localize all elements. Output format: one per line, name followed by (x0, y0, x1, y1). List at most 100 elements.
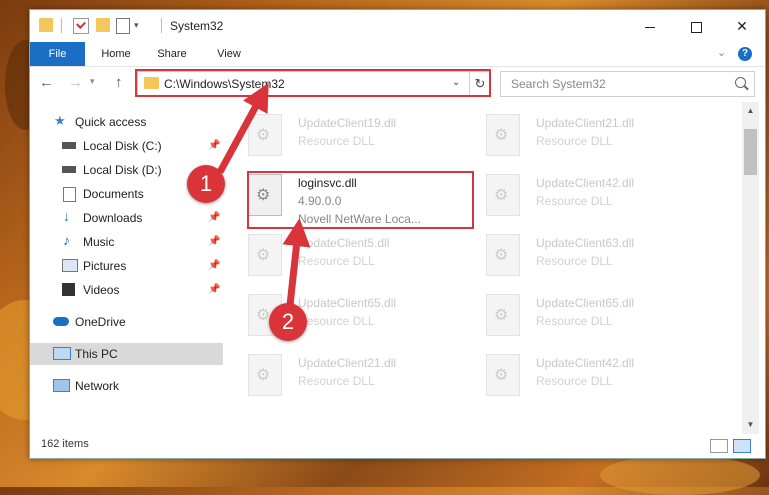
address-highlight-box (135, 69, 491, 97)
file-description: Resource DLL (536, 314, 613, 328)
pin-icon[interactable]: 📌 (208, 140, 220, 151)
file-description: Resource DLL (298, 314, 375, 328)
scroll-thumb[interactable] (744, 129, 757, 175)
download-icon: ↓ (63, 208, 70, 224)
file-description: Resource DLL (536, 374, 613, 388)
new-folder-icon[interactable] (96, 18, 110, 32)
file-item[interactable]: UpdateClient5.dll Resource DLL (240, 228, 470, 288)
ribbon: File Home Share View ⌄ ? (30, 42, 765, 67)
sidebar-item-label: Downloads (83, 211, 143, 225)
file-item[interactable]: UpdateClient21.dll Resource DLL (478, 108, 708, 168)
sidebar-item-onedrive[interactable]: OneDrive (30, 311, 223, 333)
sidebar-item-label: Pictures (83, 259, 127, 273)
navigation-pane: ★ Quick access Local Disk (C:) 📌 Local D… (30, 102, 225, 424)
sidebar-item-network[interactable]: Network (30, 375, 223, 397)
address-row: ← → ▾ ↑ C:\Windows\System32 ⌄ ↻ Search S… (30, 67, 765, 100)
sidebar-item-quick-access[interactable]: ★ Quick access (30, 111, 223, 133)
file-item[interactable]: UpdateClient63.dll Resource DLL (478, 228, 708, 288)
file-name: UpdateClient42.dll (536, 356, 635, 370)
file-description: Resource DLL (298, 374, 375, 388)
network-icon (53, 379, 70, 392)
file-description: Resource DLL (298, 134, 375, 148)
sidebar-item-label: Local Disk (D:) (83, 163, 162, 177)
sidebar-item-music[interactable]: ♪ Music 📌 (30, 231, 223, 253)
callout-number: 2 (269, 303, 307, 341)
search-input[interactable]: Search System32 (500, 71, 755, 97)
expand-ribbon-icon[interactable]: ⌄ (717, 46, 726, 59)
dll-file-icon (248, 114, 282, 156)
help-icon[interactable]: ? (738, 47, 752, 61)
file-name: UpdateClient19.dll (298, 116, 397, 130)
tab-view[interactable]: View (206, 42, 252, 66)
toolbar-separator (61, 18, 62, 33)
pin-icon[interactable]: 📌 (208, 284, 220, 295)
file-name: UpdateClient21.dll (298, 356, 397, 370)
pictures-icon (62, 259, 78, 272)
file-item[interactable]: UpdateClient19.dll Resource DLL (240, 108, 470, 168)
explorer-window: ▾ System32 ✕ File Home Share View ⌄ ? ← … (29, 9, 766, 459)
file-name: UpdateClient5.dll (298, 236, 390, 250)
pin-icon[interactable]: 📌 (208, 212, 220, 223)
minimize-icon (645, 26, 655, 28)
file-description: Resource DLL (536, 134, 613, 148)
forward-button[interactable]: → (68, 74, 83, 91)
maximize-button[interactable] (673, 10, 719, 42)
close-button[interactable]: ✕ (719, 10, 765, 42)
details-view-icon[interactable] (710, 439, 728, 453)
star-icon: ★ (54, 113, 66, 128)
dll-file-icon (486, 114, 520, 156)
sidebar-item-this-pc[interactable]: This PC (30, 343, 223, 365)
minimize-button[interactable] (627, 10, 673, 42)
sidebar-item-local-disk-c[interactable]: Local Disk (C:) 📌 (30, 135, 223, 157)
tab-home[interactable]: Home (88, 42, 144, 66)
file-name: UpdateClient65.dll (298, 296, 397, 310)
computer-icon (53, 347, 71, 360)
pin-icon[interactable]: 📌 (208, 260, 220, 271)
sidebar-item-label: Videos (83, 283, 120, 297)
sidebar-item-label: OneDrive (75, 315, 126, 329)
toolbar-separator (161, 18, 162, 33)
dll-file-icon (248, 354, 282, 396)
cloud-icon (53, 317, 69, 326)
scroll-up-arrow-icon[interactable]: ▲ (742, 102, 759, 119)
properties-icon[interactable] (116, 18, 130, 34)
callout-number: 1 (187, 165, 225, 203)
sidebar-item-pictures[interactable]: Pictures 📌 (30, 255, 223, 277)
search-icon (735, 77, 746, 88)
music-icon: ♪ (63, 232, 70, 248)
pin-icon[interactable]: 📌 (208, 236, 220, 247)
tab-share[interactable]: Share (146, 42, 198, 66)
recent-locations-button[interactable]: ▾ (90, 76, 95, 87)
sidebar-item-label: Documents (83, 187, 144, 201)
status-bar: 162 items (30, 434, 765, 458)
folder-icon[interactable] (39, 18, 53, 32)
sidebar-item-label: Network (75, 379, 120, 393)
file-list: UpdateClient19.dll Resource DLL UpdateCl… (240, 102, 740, 424)
sidebar-item-downloads[interactable]: ↓ Downloads 📌 (30, 207, 223, 229)
sidebar-item-label: Music (83, 235, 115, 249)
title-bar: ▾ System32 ✕ (30, 10, 765, 42)
customize-dropdown-icon[interactable]: ▾ (134, 20, 139, 31)
file-highlight-box (247, 171, 474, 229)
file-item[interactable]: UpdateClient21.dll Resource DLL (240, 348, 470, 408)
scroll-down-arrow-icon[interactable]: ▼ (742, 416, 759, 433)
file-name: UpdateClient21.dll (536, 116, 635, 130)
item-count: 162 items (41, 438, 89, 450)
file-item[interactable]: UpdateClient42.dll Resource DLL (478, 168, 708, 228)
file-name: UpdateClient42.dll (536, 176, 635, 190)
tab-file[interactable]: File (30, 42, 85, 66)
file-item[interactable]: UpdateClient65.dll Resource DLL (478, 288, 708, 348)
sidebar-item-label: Quick access (75, 115, 147, 129)
vertical-scrollbar[interactable]: ▲ ▼ (742, 102, 759, 434)
sidebar-item-label: Local Disk (C:) (83, 139, 162, 153)
large-icons-view-icon[interactable] (733, 439, 751, 453)
properties-check-icon[interactable] (73, 18, 89, 34)
search-placeholder: Search System32 (511, 77, 606, 91)
sidebar-item-videos[interactable]: Videos 📌 (30, 279, 223, 301)
dll-file-icon (486, 354, 520, 396)
up-button[interactable]: ↑ (115, 74, 123, 91)
back-button[interactable]: ← (39, 74, 54, 91)
drive-icon (62, 166, 76, 173)
file-item[interactable]: UpdateClient42.dll Resource DLL (478, 348, 708, 408)
documents-icon (63, 187, 76, 202)
